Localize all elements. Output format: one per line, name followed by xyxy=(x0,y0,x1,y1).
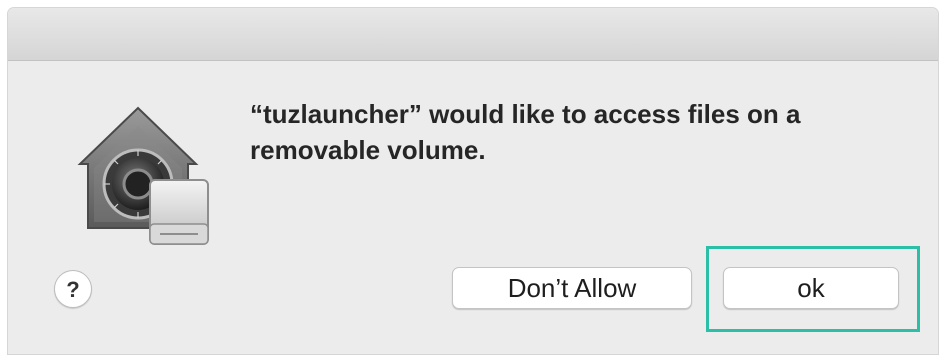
screenshot-frame: “tuzlauncher” would like to access files… xyxy=(0,0,942,356)
security-lock-drive-icon xyxy=(77,106,209,245)
help-button[interactable]: ? xyxy=(54,270,92,308)
dont-allow-button[interactable]: Don’t Allow xyxy=(452,267,692,309)
dialog-titlebar xyxy=(8,8,938,61)
ok-button[interactable]: ok xyxy=(723,267,899,309)
dialog-message: “tuzlauncher” would like to access files… xyxy=(250,99,801,165)
